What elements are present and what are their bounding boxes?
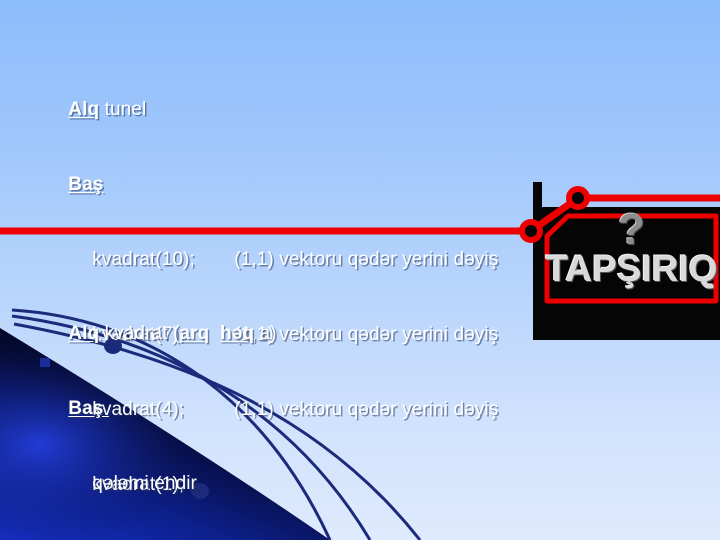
keyword-alq: Alq — [68, 323, 100, 344]
code-text: tunel — [99, 99, 147, 120]
sign-post — [533, 182, 542, 340]
code-line: qələmi endir — [36, 446, 381, 494]
keyword-bas: Baş — [68, 174, 104, 195]
question-mark-icon: ? — [618, 205, 645, 254]
keyword-bas: Baş — [68, 398, 109, 419]
tapsiriq-sign[interactable]: ? TAPŞIRIQ — [543, 208, 720, 305]
code-line: Alq tunel — [36, 72, 498, 120]
code-line: Alq kvadrat (arq həq a) — [36, 296, 381, 344]
code-line: Baş — [36, 371, 381, 419]
keyword-heq: həq — [220, 323, 255, 344]
keyword-alq: Alq — [68, 99, 100, 120]
slide-canvas: Alq tunel Baş kvadrat(10); (1,1) vektoru … — [0, 0, 720, 540]
code-text: a) — [254, 323, 277, 344]
sign-label: TAPŞIRIQ — [545, 248, 718, 289]
code-block-procedure: Alq kvadrat (arq həq a) Baş qələmi endir… — [36, 246, 381, 540]
code-line: kvadrat(10); (1,1) vektoru qədər yerini d… — [36, 222, 498, 270]
procedure-name: kvadrat ( — [99, 323, 180, 344]
code-line: Baş — [36, 147, 498, 195]
code-line: (a, 0)vektoru qədər yerini dəyiş — [36, 521, 381, 540]
keyword-arq: arq — [179, 323, 210, 344]
wire-node-upper — [566, 186, 590, 210]
code-op: qələmi endir — [92, 473, 197, 494]
